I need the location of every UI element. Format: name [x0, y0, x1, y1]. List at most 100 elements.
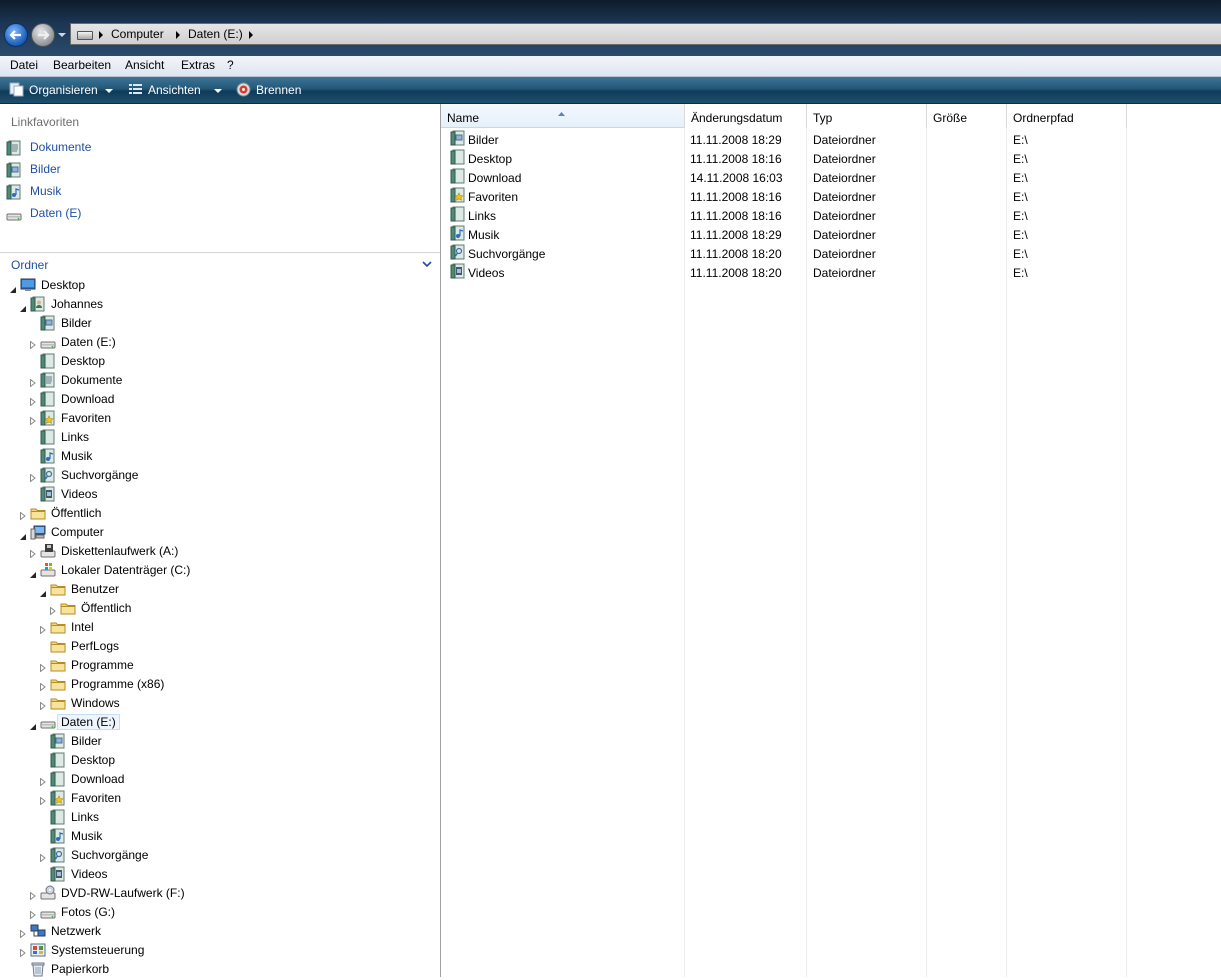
menu-help[interactable]: ?	[227, 58, 234, 72]
tree-item[interactable]: Daten (E:)	[0, 713, 440, 732]
tree-expanded-arrow-icon[interactable]	[20, 301, 26, 312]
tree-item[interactable]: Download	[0, 770, 440, 789]
tree-item[interactable]: Öffentlich	[0, 599, 440, 618]
tree-collapsed-arrow-icon[interactable]	[40, 699, 46, 711]
tree-item[interactable]: Computer	[0, 523, 440, 542]
tree-expanded-arrow-icon[interactable]	[10, 282, 16, 293]
burn-button[interactable]: Brennen	[236, 82, 306, 98]
tree-item[interactable]: Musik	[0, 447, 440, 466]
tree-expanded-arrow-icon[interactable]	[30, 567, 36, 578]
file-row[interactable]: Download 14.11.2008 16:03 Dateiordner E:\	[441, 168, 1221, 187]
tree-collapsed-arrow-icon[interactable]	[30, 338, 36, 350]
file-row[interactable]: Desktop 11.11.2008 18:16 Dateiordner E:\	[441, 149, 1221, 168]
tree-collapsed-arrow-icon[interactable]	[40, 775, 46, 787]
menu-extras[interactable]: Extras	[181, 58, 215, 72]
column-header-folder-path[interactable]: Ordnerpfad	[1007, 104, 1127, 128]
tree-collapsed-arrow-icon[interactable]	[40, 661, 46, 673]
tree-collapsed-arrow-icon[interactable]	[40, 794, 46, 806]
back-button[interactable]	[4, 23, 28, 47]
column-header-modified-date[interactable]: Änderungsdatum	[685, 104, 807, 128]
file-row[interactable]: Links 11.11.2008 18:16 Dateiordner E:\	[441, 206, 1221, 225]
tree-item[interactable]: Johannes	[0, 295, 440, 314]
file-row[interactable]: Favoriten 11.11.2008 18:16 Dateiordner E:\	[441, 187, 1221, 206]
favorite-link-dokumente[interactable]: Dokumente	[6, 139, 206, 157]
tree-collapsed-arrow-icon[interactable]	[30, 471, 36, 483]
tree-item[interactable]: Programme (x86)	[0, 675, 440, 694]
favorite-link-daten-e[interactable]: Daten (E)	[6, 205, 206, 223]
tree-collapsed-arrow-icon[interactable]	[30, 414, 36, 426]
file-row[interactable]: Bilder 11.11.2008 18:29 Dateiordner E:\	[441, 130, 1221, 149]
tree-item[interactable]: Daten (E:)	[0, 333, 440, 352]
tree-collapsed-arrow-icon[interactable]	[30, 376, 36, 388]
tree-item[interactable]: Systemsteuerung	[0, 941, 440, 960]
tree-collapsed-arrow-icon[interactable]	[40, 623, 46, 635]
tree-collapsed-arrow-icon[interactable]	[30, 547, 36, 559]
tree-item[interactable]: Suchvorgänge	[0, 846, 440, 865]
tree-item[interactable]: Benutzer	[0, 580, 440, 599]
address-bar[interactable]: Computer Daten (E:)	[70, 23, 1221, 45]
tree-collapsed-arrow-icon[interactable]	[20, 946, 26, 958]
tree-expanded-arrow-icon[interactable]	[30, 719, 36, 730]
tree-item[interactable]: Intel	[0, 618, 440, 637]
tree-item[interactable]: Papierkorb	[0, 960, 440, 979]
tree-item[interactable]: Dokumente	[0, 371, 440, 390]
forward-button[interactable]	[31, 23, 55, 47]
file-row[interactable]: Suchvorgänge 11.11.2008 18:20 Dateiordner E…	[441, 244, 1221, 263]
tree-item[interactable]: Favoriten	[0, 409, 440, 428]
tree-item[interactable]: Bilder	[0, 732, 440, 751]
music-folder-icon	[6, 184, 22, 203]
tree-item[interactable]: Desktop	[0, 352, 440, 371]
chevron-down-icon[interactable]	[421, 258, 433, 270]
tree-item[interactable]: Fotos (G:)	[0, 903, 440, 922]
menu-datei[interactable]: Datei	[10, 58, 38, 72]
breadcrumb-chevron-icon[interactable]	[249, 31, 253, 39]
tree-collapsed-arrow-icon[interactable]	[50, 604, 56, 616]
tree-item[interactable]: Videos	[0, 865, 440, 884]
tree-collapsed-arrow-icon[interactable]	[30, 395, 36, 407]
tree-item[interactable]: Links	[0, 428, 440, 447]
column-header-type[interactable]: Typ	[807, 104, 927, 128]
tree-item[interactable]: Videos	[0, 485, 440, 504]
tree-item[interactable]: Desktop	[0, 751, 440, 770]
tree-item[interactable]: Programme	[0, 656, 440, 675]
tree-collapsed-arrow-icon[interactable]	[30, 889, 36, 901]
column-header-name[interactable]: Name	[441, 104, 685, 128]
tree-item[interactable]: Musik	[0, 827, 440, 846]
tree-item[interactable]: Diskettenlaufwerk (A:)	[0, 542, 440, 561]
tree-item[interactable]: Links	[0, 808, 440, 827]
tree-collapsed-arrow-icon[interactable]	[20, 509, 26, 521]
favorite-link-musik[interactable]: Musik	[6, 183, 206, 201]
tree-item[interactable]: Desktop	[0, 276, 440, 295]
tree-expanded-arrow-icon[interactable]	[40, 586, 46, 597]
recent-pages-dropdown[interactable]	[58, 33, 66, 37]
menu-bearbeiten[interactable]: Bearbeiten	[53, 58, 111, 72]
tree-item[interactable]: DVD-RW-Laufwerk (F:)	[0, 884, 440, 903]
tree-collapsed-arrow-icon[interactable]	[40, 851, 46, 863]
tree-item[interactable]: PerfLogs	[0, 637, 440, 656]
tree-expanded-arrow-icon[interactable]	[20, 529, 26, 540]
tree-item[interactable]: Favoriten	[0, 789, 440, 808]
tree-item[interactable]: Download	[0, 390, 440, 409]
tree-item[interactable]: Öffentlich	[0, 504, 440, 523]
folders-header[interactable]: Ordner	[0, 252, 440, 275]
menu-ansicht[interactable]: Ansicht	[125, 58, 164, 72]
tree-item[interactable]: Windows	[0, 694, 440, 713]
tree-item[interactable]: Bilder	[0, 314, 440, 333]
breadcrumb-chevron-icon[interactable]	[99, 31, 103, 39]
file-row[interactable]: Videos 11.11.2008 18:20 Dateiordner E:\	[441, 263, 1221, 282]
tree-collapsed-arrow-icon[interactable]	[40, 680, 46, 692]
tree-collapsed-arrow-icon[interactable]	[30, 908, 36, 920]
favorite-link-bilder[interactable]: Bilder	[6, 161, 206, 179]
tree-item[interactable]: Suchvorgänge	[0, 466, 440, 485]
breadcrumb-chevron-icon[interactable]	[176, 31, 180, 39]
breadcrumb-drive[interactable]: Daten (E:)	[188, 27, 243, 41]
tree-collapsed-arrow-icon[interactable]	[20, 927, 26, 939]
column-header-size[interactable]: Größe	[927, 104, 1007, 128]
file-list-pane: Name Änderungsdatum Typ Größe Ordnerpfad Bil…	[441, 104, 1221, 977]
breadcrumb-computer[interactable]: Computer	[111, 27, 164, 41]
views-button[interactable]: Ansichten	[128, 82, 224, 98]
tree-item[interactable]: Lokaler Datenträger (C:)	[0, 561, 440, 580]
file-row[interactable]: Musik 11.11.2008 18:29 Dateiordner E:\	[441, 225, 1221, 244]
tree-item[interactable]: Netzwerk	[0, 922, 440, 941]
organize-button[interactable]: Organisieren	[9, 82, 114, 98]
